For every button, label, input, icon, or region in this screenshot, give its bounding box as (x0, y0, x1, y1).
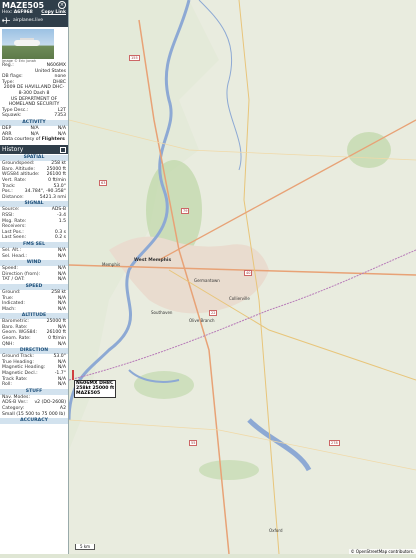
row-value: 0.2 s (54, 235, 66, 241)
callsign: MAZE505 (2, 1, 45, 10)
row-label: Last Seen: (2, 235, 27, 241)
section-spatial-block: SPATIAL Groundspeed: 258 kt Baro. Altitude… (0, 155, 68, 200)
map-attribution[interactable]: © OpenStreetMap contributors. (348, 549, 416, 554)
info2-rows: Type Desc.: L2T Squawk: 7353 (0, 108, 68, 119)
section-wind-block: WIND Speed: N/A Direction (from): N/A TAT / … (0, 260, 68, 283)
row-label: Category: (2, 406, 25, 411)
info-row: Roll: N/A (0, 382, 68, 388)
copy-link-button[interactable]: Copy Link (41, 10, 66, 15)
aircraft-description: 2009 DE HAVILLAND DHC-8-300 Dash 8 (3, 85, 65, 96)
photo-airplane (14, 40, 40, 46)
aircraft-map-label[interactable]: N606MX DH8C 258kt 25000 ft MAZE505 (74, 380, 117, 398)
row-label: Roll: (2, 382, 12, 388)
row-value: N/A (57, 341, 66, 347)
row-value: N/A (57, 277, 66, 283)
fms-rows: Sel. Alt.: N/A Sel. Head.: N/A (0, 248, 68, 259)
city-label-5: Olive Branch (189, 318, 215, 323)
city-label-3: Collierville (229, 296, 250, 301)
spatial-rows: Groundspeed: 258 kt Baro. Altitude: 25000 f… (0, 161, 68, 200)
row-value: N/A (57, 306, 66, 312)
hex-value: A6F968 (13, 10, 33, 15)
row-value: A2 (59, 406, 66, 411)
info-rows: Reg.: N606MX United States DB flags: none Typ… (0, 63, 68, 85)
road-shield: 155 (129, 55, 140, 61)
row-label: Mach: (2, 306, 16, 312)
square-icon[interactable] (60, 147, 66, 154)
city-label-4: Southaven (151, 310, 173, 315)
stuff-rows: Nav. Modes: ADS-B Ver.: v2 (DO-260B) Catego… (0, 395, 68, 412)
aircraft-label-line-3: MAZE505 (76, 391, 101, 397)
road-shield: 40 (244, 270, 253, 276)
speed-rows: Ground: 258 kt True: N/A Indicated: N/A Mach: N… (0, 290, 68, 312)
direction-rows: Ground Track: 53.0° True Heading: N/A Magnet… (0, 354, 68, 388)
city-label-6: Oxford (269, 528, 283, 533)
section-speed-block: SPEED Ground: 258 kt True: N/A Indicated: N/A… (0, 283, 68, 312)
airplane-icon (2, 17, 10, 24)
row-label: Reg.: (2, 63, 14, 68)
info-row: Sel. Head.: N/A (0, 254, 68, 260)
road-shield: 79 (181, 208, 190, 214)
section-altitude-block: ALTITUDE Barometric: 25000 ft Baro. Rate: N… (0, 313, 68, 347)
courtesy-text: Data courtesy of (2, 137, 41, 143)
altitude-rows: Barometric: 25000 ft Baro. Rate: N/A Geom. W… (0, 319, 68, 347)
history-label: History (2, 145, 24, 153)
hex-label: Hex: (2, 10, 13, 15)
map-base[interactable] (67, 0, 416, 555)
info-row: Distance: 5421.3 nmi (0, 195, 68, 201)
row-value: 7353 (54, 113, 66, 119)
panel-header: MAZE505 × Hex: A6F968 Copy Link airplane… (0, 0, 68, 27)
data-courtesy: Data courtesy of Flighters (0, 137, 68, 143)
row-label: QNH: (2, 341, 15, 347)
history-bar[interactable]: History (0, 144, 68, 155)
section-direction-block: DIRECTION Ground Track: 53.0° True Heading… (0, 348, 68, 388)
aircraft-info-panel: MAZE505 × Hex: A6F968 Copy Link airplane… (0, 0, 69, 554)
scale-bar: 5 km (75, 544, 96, 550)
row-label: Distance: (2, 194, 24, 200)
section-signal-block: SIGNAL Source: ADS-B RSSI: -3.4 Msg. Rate: 1.… (0, 201, 68, 241)
signal-rows: Source: ADS-B RSSI: -3.4 Msg. Rate: 1.5 Receiv… (0, 207, 68, 241)
site-name: airplanes.live (13, 18, 44, 23)
city-label-2: Germantown (194, 278, 220, 283)
info-row: QNH: N/A (0, 342, 68, 348)
close-icon[interactable]: × (58, 1, 66, 9)
wind-rows: Speed: N/A Direction (from): N/A TAT / OAT: N… (0, 266, 68, 283)
city-label-1: West Memphis (134, 258, 172, 263)
info-row: Mach: N/A (0, 307, 68, 313)
row-label: Sel. Head.: (2, 253, 27, 259)
row-value: 5421.3 nmi (39, 194, 66, 200)
row-value: 1.5 (58, 218, 66, 224)
category-description: Small (15 500 to 75 000 lb) (2, 411, 66, 417)
road-shield: 63 (99, 180, 108, 186)
row-value: N/A (57, 382, 66, 388)
courtesy-source-link[interactable]: Flighters (42, 137, 65, 142)
section-accuracy[interactable]: ACCURACY (0, 418, 68, 425)
info-row: TAT / OAT: N/A (0, 277, 68, 283)
section-stuff-block: STUFF Nav. Modes: ADS-B Ver.: v2 (DO-260B)… (0, 388, 68, 417)
road-shield: 22 (209, 310, 218, 316)
aircraft-photo[interactable] (2, 29, 54, 59)
road-shield: 55 (189, 440, 198, 446)
section-fms-block: FMS SEL Sel. Alt.: N/A Sel. Head.: N/A (0, 241, 68, 259)
row-label: TAT / OAT: (2, 277, 25, 283)
info-row: Last Seen: 0.2 s (0, 235, 68, 241)
site-brand[interactable]: airplanes.live (2, 15, 66, 26)
operator-name: US DEPARTMENT OF HOMELAND SECURITY (8, 96, 60, 108)
map-canvas[interactable]: Memphis West Memphis Germantown Collierv… (67, 0, 416, 555)
city-label-0: Memphis (102, 262, 121, 267)
road-shield: 278 (329, 440, 340, 446)
row-value: N/A (57, 253, 66, 259)
info-row: Squawk: 7353 (0, 113, 68, 119)
row-label: Squawk: (2, 113, 22, 119)
